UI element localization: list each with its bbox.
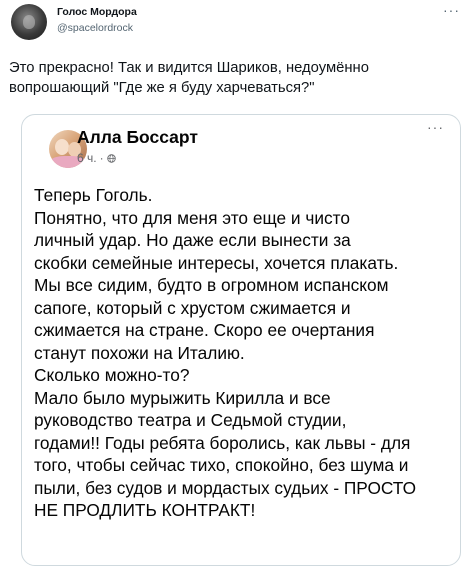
quoted-text-line: НЕ ПРОДЛИТЬ КОНТРАКТ!	[34, 500, 256, 520]
quoted-text-line: станут похожи на Италию.	[34, 342, 245, 363]
quoted-post-meta: 6 ч. ·	[77, 151, 116, 165]
quoted-text-line: сапоге, который с хрустом сжимается и	[34, 297, 351, 318]
quoted-text-line: Теперь Гоголь.	[34, 185, 153, 205]
quoted-text-line: личный удар. Но даже если вынести за	[34, 230, 351, 250]
quoted-post-card[interactable]: Алла Боссарт 6 ч. · ··· Теперь Гоголь. П…	[21, 114, 461, 566]
quoted-text-line: Мы все сидим, будто в огромном испанском	[34, 275, 389, 295]
tweet-text-line: Это прекрасно! Так и видится Шариков, не…	[9, 60, 369, 76]
tweet-text: Это прекрасно! Так и видится Шариков, не…	[9, 58, 469, 98]
post-time[interactable]: 6 ч.	[77, 151, 97, 165]
globe-icon	[106, 153, 116, 163]
more-options-icon[interactable]: ···	[443, 2, 460, 18]
quoted-author-name[interactable]: Алла Боссарт	[77, 127, 198, 148]
quoted-text-line: того, чтобы сейчас тихо, спокойно, без ш…	[34, 455, 409, 475]
quoted-text-line: Мало было мурыжить Кирилла и все	[34, 387, 331, 408]
author-name[interactable]: Голос Мордора	[57, 6, 137, 18]
quoted-text-line: руководство театра и Седьмой студии,	[34, 410, 347, 430]
quoted-text-line: годами!! Годы ребята боролись, как львы …	[34, 432, 411, 453]
author-handle[interactable]: @spacelordrock	[57, 22, 133, 34]
tweet-header: Голос Мордора @spacelordrock ···	[0, 0, 474, 46]
quoted-text-line: сжимается на стране. Скоро ее очертания	[34, 320, 375, 340]
tweet-text-line: вопрошающий "Где же я буду харчеваться?"	[9, 80, 315, 96]
quoted-post-text: Теперь Гоголь. Понятно, что для меня это…	[34, 184, 454, 522]
quoted-text-line: пыли, без судов и мордастых судьих - ПРО…	[34, 477, 417, 498]
quoted-more-options-icon[interactable]: ···	[427, 119, 444, 135]
quoted-text-line: Сколько можно-то?	[34, 365, 190, 385]
quoted-text-line: скобки семейные интересы, хочется плакат…	[34, 252, 399, 273]
meta-separator: ·	[99, 151, 104, 165]
author-avatar[interactable]	[11, 4, 47, 40]
quoted-text-line: Понятно, что для меня это еще и чисто	[34, 207, 350, 228]
